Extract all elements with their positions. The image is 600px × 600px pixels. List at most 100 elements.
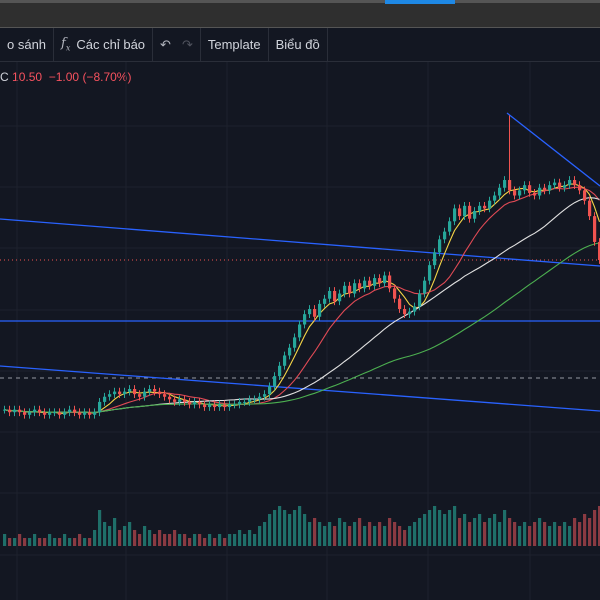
candle-body <box>228 404 232 408</box>
template-button[interactable]: Template <box>201 28 269 61</box>
volume-bar <box>318 522 322 546</box>
volume-bar <box>323 526 327 546</box>
volume-bar <box>38 538 42 546</box>
candle-body <box>543 187 547 191</box>
volume-bar <box>298 506 302 546</box>
volume-bars <box>3 506 600 546</box>
title-bar-strip <box>0 0 600 3</box>
function-fx-icon: fx <box>61 36 71 53</box>
candle-body <box>108 394 112 397</box>
candle-body <box>43 412 47 415</box>
candle-body <box>518 190 522 196</box>
candle-body <box>23 412 27 415</box>
candle-body <box>388 275 392 289</box>
indicators-button[interactable]: fx Các chỉ báo <box>54 28 154 61</box>
candle-body <box>463 205 467 217</box>
volume-bar <box>553 522 557 546</box>
chart-toolbar: o sánh fx Các chỉ báo ↶ ↷ Template Biểu đ… <box>0 28 600 62</box>
candle-body <box>413 306 417 312</box>
volume-bar <box>308 522 312 546</box>
candle-body <box>523 185 527 191</box>
candle-body <box>398 298 402 310</box>
price-chart[interactable] <box>0 62 600 600</box>
volume-bar <box>148 530 152 546</box>
volume-bar <box>238 530 242 546</box>
volume-bar <box>333 526 337 546</box>
active-tab-indicator[interactable] <box>385 0 455 4</box>
candle-body <box>423 280 427 294</box>
volume-bar <box>338 518 342 546</box>
candle-body <box>368 280 372 286</box>
template-label: Template <box>207 37 261 52</box>
volume-bar <box>173 530 177 546</box>
candle-body <box>238 401 242 405</box>
volume-bar <box>498 522 502 546</box>
candle-body <box>503 180 507 188</box>
candle-body <box>588 200 592 217</box>
candle-body <box>438 239 442 253</box>
candle-body <box>578 185 582 191</box>
volume-bar <box>278 506 282 546</box>
redo-button[interactable]: ↷ <box>175 28 201 61</box>
candle-body <box>328 290 332 299</box>
volume-bar <box>88 538 92 546</box>
chart-type-label: Biểu đồ <box>275 37 320 52</box>
candle-body <box>533 192 537 196</box>
volume-bar <box>178 534 182 546</box>
volume-bar <box>313 518 317 546</box>
candle-body <box>198 401 202 405</box>
candle-body <box>243 401 247 403</box>
undo-icon: ↶ <box>160 36 171 52</box>
volume-bar <box>438 510 442 546</box>
candle-body <box>283 355 287 366</box>
undo-button[interactable]: ↶ <box>153 28 175 61</box>
candle-body <box>138 394 142 397</box>
volume-bar <box>288 514 292 546</box>
volume-bar <box>98 510 102 546</box>
candle-body <box>273 376 277 387</box>
volume-bar <box>348 526 352 546</box>
trendline-peak[interactable] <box>506 112 600 187</box>
volume-bar <box>583 514 587 546</box>
candle-body <box>123 391 127 395</box>
volume-bar <box>108 526 112 546</box>
volume-bar <box>593 510 597 546</box>
volume-bar <box>363 526 367 546</box>
volume-bar <box>383 526 387 546</box>
candle-body <box>593 216 597 242</box>
volume-bar <box>398 526 402 546</box>
candle-body <box>98 401 102 413</box>
volume-bar <box>228 534 232 546</box>
ma-slow-line <box>4 197 600 413</box>
candle-body <box>323 298 327 304</box>
trendline-upper[interactable] <box>0 218 600 267</box>
volume-bar <box>28 538 32 546</box>
candle-body <box>78 412 82 415</box>
volume-bar <box>353 522 357 546</box>
candle-body <box>268 386 272 395</box>
chart-type-button[interactable]: Biểu đồ <box>269 28 328 61</box>
volume-bar <box>83 538 87 546</box>
volume-bar <box>443 514 447 546</box>
volume-bar <box>33 534 37 546</box>
volume-bar <box>518 526 522 546</box>
candle-body <box>163 394 167 397</box>
volume-bar <box>588 518 592 546</box>
compare-button[interactable]: o sánh <box>0 28 55 61</box>
candle-body <box>258 396 262 400</box>
volume-bar <box>68 538 72 546</box>
candle-body <box>458 208 462 217</box>
volume-bar <box>163 534 167 546</box>
candle-body <box>313 309 317 317</box>
candle-body <box>343 285 347 294</box>
volume-bar <box>208 534 212 546</box>
candle-body <box>538 187 542 196</box>
volume-bar <box>433 506 437 546</box>
volume-bar <box>118 530 122 546</box>
volume-bar <box>303 514 307 546</box>
volume-bar <box>503 510 507 546</box>
volume-bar <box>373 526 377 546</box>
volume-bar <box>378 522 382 546</box>
candle-body <box>433 252 437 266</box>
candle-body <box>188 401 192 405</box>
